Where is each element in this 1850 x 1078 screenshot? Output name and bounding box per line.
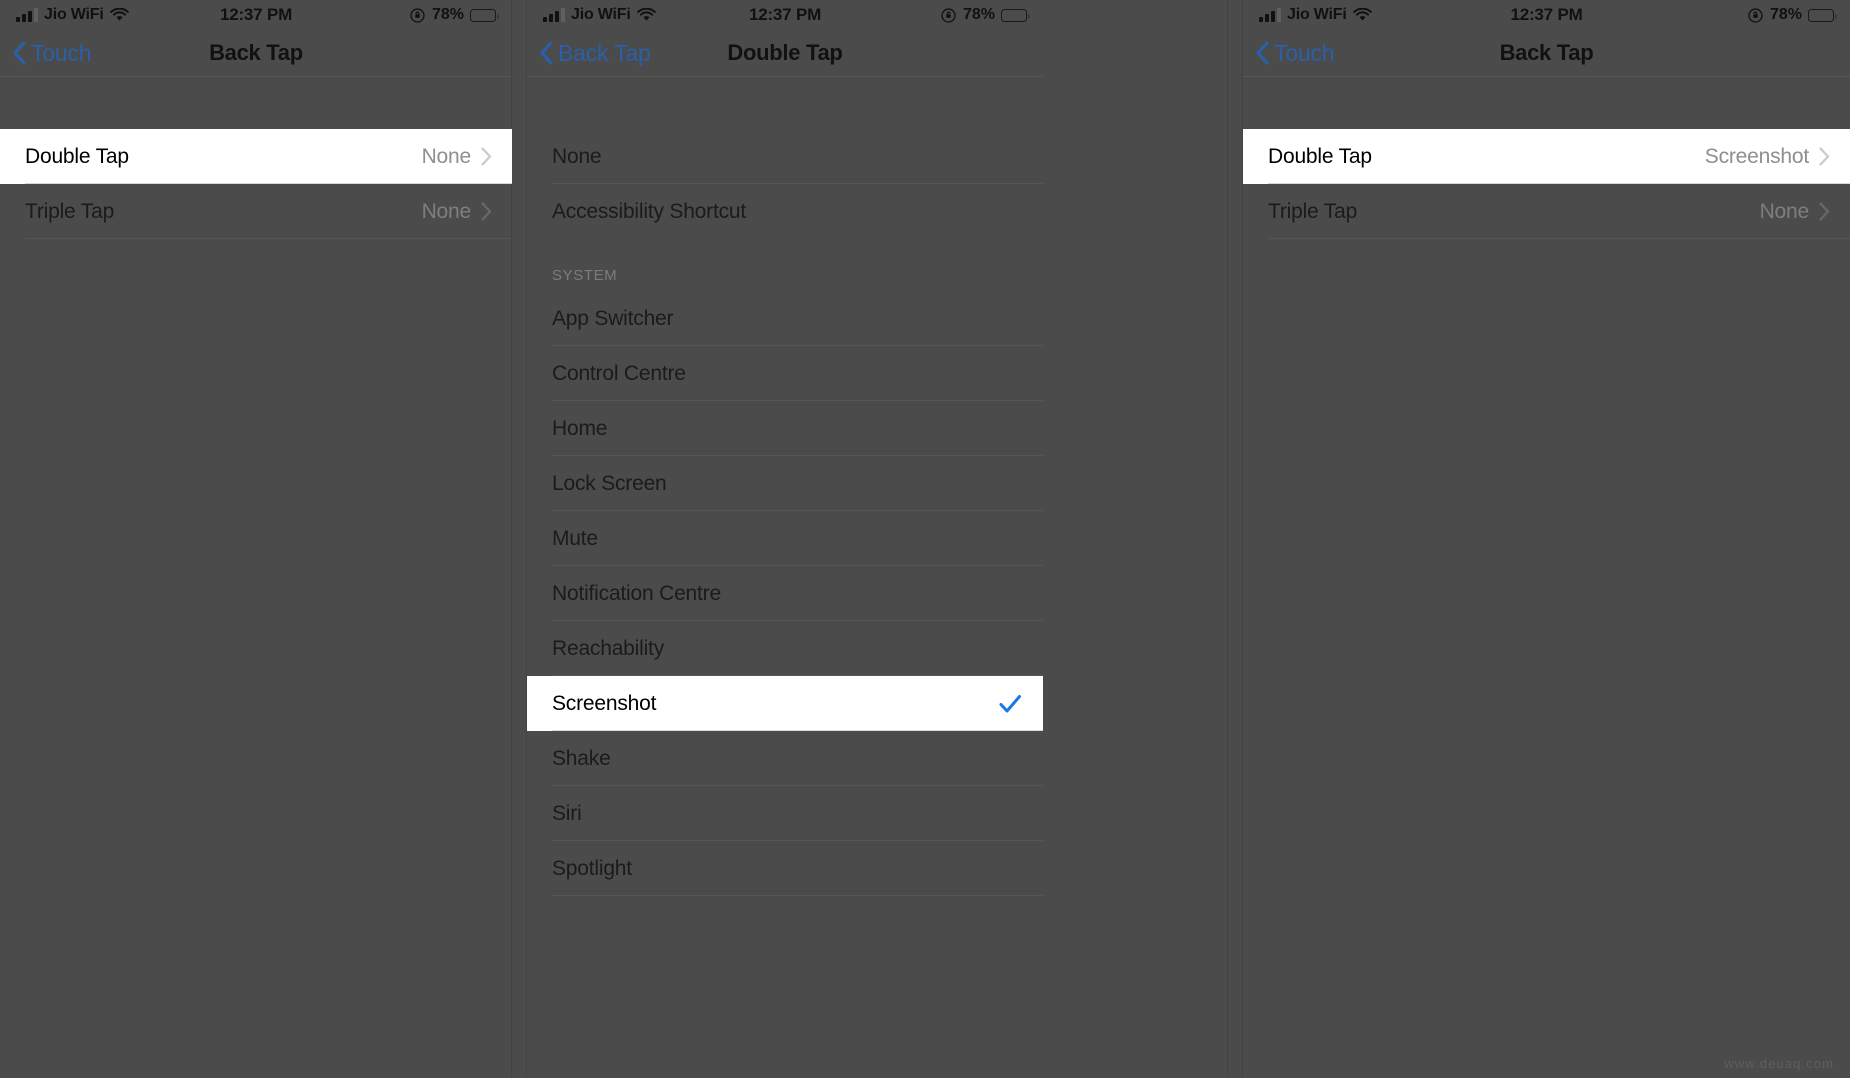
battery-percent-label: 78%: [431, 6, 464, 23]
option-row-lock-screen[interactable]: Lock Screen: [527, 456, 1043, 511]
chevron-right-icon: [1819, 147, 1830, 166]
option-row-siri[interactable]: Siri: [527, 786, 1043, 841]
back-button-label: Touch: [1274, 39, 1335, 66]
option-row-none[interactable]: None: [527, 129, 1043, 184]
option-row-reachability[interactable]: Reachability: [527, 621, 1043, 676]
status-bar-right: 78%: [409, 6, 499, 24]
row-label: Shake: [552, 746, 611, 770]
row-double-tap[interactable]: Double Tap None: [0, 129, 512, 184]
chevron-left-icon: [1256, 41, 1269, 65]
status-bar: Jio WiFi 12:37 PM 78%: [0, 0, 512, 30]
option-row-spotlight[interactable]: Spotlight: [527, 841, 1043, 896]
carrier-label: Jio WiFi: [44, 6, 104, 23]
cellular-signal-icon: [1259, 8, 1281, 22]
row-value: None: [421, 144, 472, 168]
back-button-label: Touch: [31, 39, 92, 66]
rotation-lock-icon: [410, 7, 425, 23]
status-bar-left: Jio WiFi: [1259, 6, 1372, 24]
battery-percent-label: 78%: [962, 6, 995, 23]
row-label: Double Tap: [1268, 144, 1372, 168]
cellular-signal-icon: [16, 8, 38, 22]
back-button[interactable]: Back Tap: [527, 40, 651, 67]
option-row-control-centre[interactable]: Control Centre: [527, 346, 1043, 401]
battery-percent-label: 78%: [1769, 6, 1802, 23]
row-label: Spotlight: [552, 856, 632, 880]
status-bar-right: 78%: [1747, 6, 1837, 24]
row-label: Screenshot: [552, 691, 657, 715]
row-label: Home: [552, 416, 608, 440]
row-label: Notification Centre: [552, 581, 721, 605]
option-row-shake[interactable]: Shake: [527, 731, 1043, 786]
chevron-left-icon: [13, 41, 26, 65]
navigation-bar: Touch Back Tap: [0, 30, 512, 77]
row-triple-tap[interactable]: Triple Tap None: [1243, 184, 1850, 239]
status-bar: Jio WiFi 12:37 PM 78%: [527, 0, 1043, 30]
row-label: Control Centre: [552, 361, 686, 385]
list-top-spacer: [1243, 77, 1850, 129]
row-label: Double Tap: [25, 144, 129, 168]
option-row-app-switcher[interactable]: App Switcher: [527, 291, 1043, 346]
row-label: Reachability: [552, 636, 664, 660]
panel-gap-1: [512, 0, 527, 1078]
row-value: Screenshot: [1704, 144, 1809, 168]
section-header-system: SYSTEM: [527, 239, 1043, 291]
chevron-right-icon: [481, 147, 492, 166]
back-button[interactable]: Touch: [1243, 39, 1335, 67]
settings-list: Double Tap None Triple Tap None: [0, 77, 512, 239]
checkmark-icon: [999, 694, 1021, 712]
back-button[interactable]: Touch: [0, 39, 92, 67]
carrier-label: Jio WiFi: [571, 6, 631, 23]
settings-list: Double Tap Screenshot Triple Tap None: [1243, 77, 1850, 239]
battery-icon: [470, 8, 499, 22]
screenshot-stage: Jio WiFi 12:37 PM 78% Touch Back Tap Dou…: [0, 0, 1850, 1078]
wifi-icon: [109, 8, 129, 22]
row-label: App Switcher: [552, 306, 674, 330]
row-value: None: [1759, 199, 1810, 223]
battery-icon: [1808, 8, 1837, 22]
navigation-bar: Back Tap Double Tap: [527, 30, 1043, 77]
list-top-spacer: [527, 77, 1043, 129]
wifi-icon: [636, 8, 656, 22]
status-bar-left: Jio WiFi: [16, 6, 129, 24]
status-bar-right: 78%: [940, 6, 1030, 24]
carrier-label: Jio WiFi: [1287, 6, 1347, 23]
row-label: Triple Tap: [1268, 199, 1358, 223]
cellular-signal-icon: [543, 8, 565, 22]
phone-panel-back-tap-before: Jio WiFi 12:37 PM 78% Touch Back Tap Dou…: [0, 0, 512, 1078]
row-label: Mute: [552, 526, 598, 550]
panel-edge-right-1: [526, 0, 527, 1078]
option-row-mute[interactable]: Mute: [527, 511, 1043, 566]
battery-icon: [1001, 8, 1030, 22]
chevron-right-icon: [481, 202, 492, 221]
navigation-bar: Touch Back Tap: [1243, 30, 1850, 77]
row-triple-tap[interactable]: Triple Tap None: [0, 184, 512, 239]
row-label: None: [552, 144, 602, 168]
back-button-label: Back Tap: [558, 39, 651, 66]
row-double-tap[interactable]: Double Tap Screenshot: [1243, 129, 1850, 184]
row-label: Lock Screen: [552, 471, 667, 495]
panel-gap-2: [1228, 0, 1243, 1078]
row-value: None: [421, 199, 472, 223]
row-label: Accessibility Shortcut: [552, 199, 747, 223]
rotation-lock-icon: [1748, 7, 1763, 23]
panel-edge-left-2: [1227, 0, 1228, 1078]
row-label: Siri: [552, 801, 582, 825]
status-bar-left: Jio WiFi: [543, 6, 656, 24]
phone-panel-double-tap-options: Jio WiFi 12:37 PM 78% Back Tap Double Ta…: [527, 0, 1043, 1078]
chevron-left-icon: [540, 41, 553, 65]
status-bar: Jio WiFi 12:37 PM 78%: [1243, 0, 1850, 30]
wifi-icon: [1352, 8, 1372, 22]
options-list: None Accessibility Shortcut SYSTEM App S…: [527, 77, 1043, 896]
row-label: Triple Tap: [25, 199, 115, 223]
site-watermark: www.deuaq.com: [1724, 1056, 1834, 1071]
rotation-lock-icon: [941, 7, 956, 23]
option-row-screenshot[interactable]: Screenshot: [527, 676, 1043, 731]
chevron-right-icon: [1819, 202, 1830, 221]
option-row-notification-centre[interactable]: Notification Centre: [527, 566, 1043, 621]
list-top-spacer: [0, 77, 512, 129]
phone-panel-back-tap-after: Jio WiFi 12:37 PM 78% Touch Back Tap Dou…: [1243, 0, 1850, 1078]
option-row-accessibility-shortcut[interactable]: Accessibility Shortcut: [527, 184, 1043, 239]
option-row-home[interactable]: Home: [527, 401, 1043, 456]
